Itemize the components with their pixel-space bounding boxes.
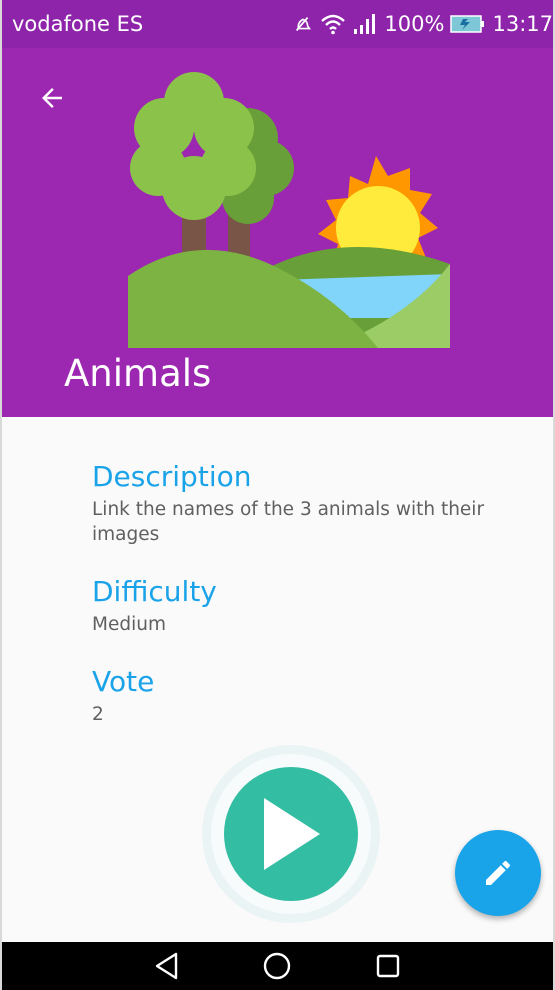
header: Animals xyxy=(2,48,553,417)
battery-icon xyxy=(450,15,485,33)
play-button[interactable] xyxy=(202,745,380,923)
navigation-bar xyxy=(2,942,553,990)
mute-icon xyxy=(296,16,312,32)
edit-button[interactable] xyxy=(455,830,541,916)
circle-home-icon xyxy=(264,952,291,980)
page-title: Animals xyxy=(64,352,212,395)
nav-home-button[interactable] xyxy=(253,942,301,990)
play-button-ring xyxy=(211,754,371,914)
play-button-core xyxy=(224,767,358,901)
description-value: Link the names of the 3 animals with the… xyxy=(92,499,485,545)
back-button[interactable] xyxy=(28,74,76,122)
vote-section: Vote 2 xyxy=(92,665,512,727)
play-icon xyxy=(264,798,320,870)
triangle-back-icon xyxy=(155,952,178,980)
nav-back-button[interactable] xyxy=(143,942,191,990)
nav-recent-button[interactable] xyxy=(364,942,412,990)
landscape-illustration xyxy=(128,72,450,348)
screen: vodafone ES 100% 13:17 Animals Descripti… xyxy=(0,0,555,990)
wifi-icon xyxy=(321,14,346,35)
pencil-icon xyxy=(486,860,510,885)
carrier-label: vodafone ES xyxy=(12,12,144,36)
description-heading: Description xyxy=(92,460,252,493)
square-recent-icon xyxy=(376,954,400,978)
signal-icon xyxy=(354,14,376,34)
vote-value: 2 xyxy=(92,704,104,725)
status-icons: 100% 13:17 xyxy=(292,12,553,36)
difficulty-value: Medium xyxy=(92,614,166,635)
status-bar: vodafone ES 100% 13:17 xyxy=(2,0,553,48)
description-section: Description Link the names of the 3 anim… xyxy=(92,460,512,547)
difficulty-section: Difficulty Medium xyxy=(92,575,512,637)
difficulty-heading: Difficulty xyxy=(92,575,217,608)
battery-label: 100% xyxy=(384,12,445,36)
vote-heading: Vote xyxy=(92,665,155,698)
arrow-left-icon xyxy=(42,88,62,108)
time-label: 13:17 xyxy=(492,12,553,36)
